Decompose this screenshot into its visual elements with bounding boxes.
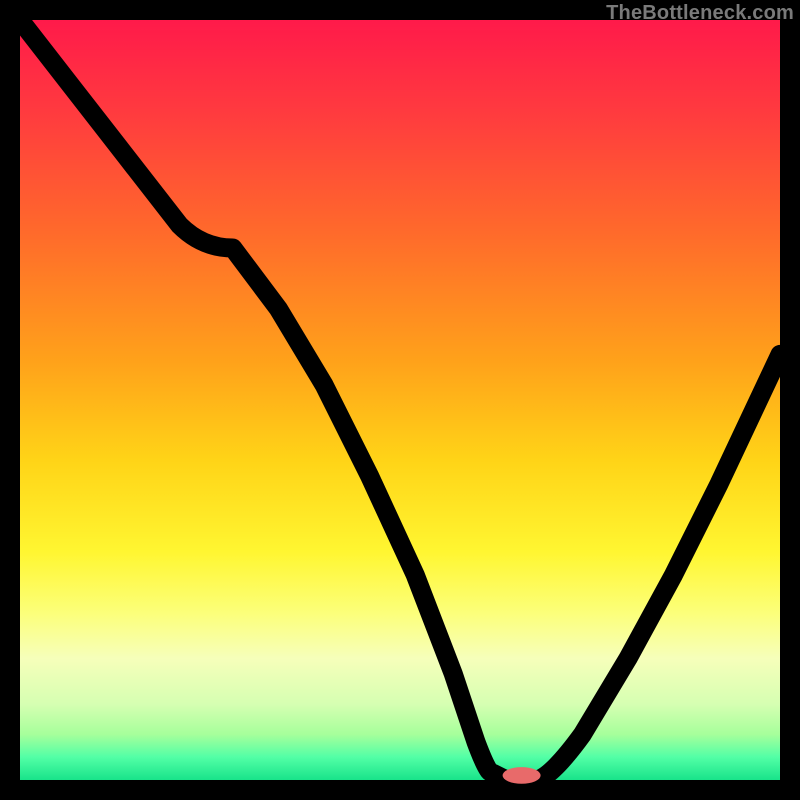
chart-frame: TheBottleneck.com [0, 0, 800, 800]
optimal-point-marker [503, 767, 541, 784]
bottleneck-curve [20, 20, 780, 780]
plot-area [20, 20, 780, 780]
plot-svg [20, 20, 780, 780]
watermark-text: TheBottleneck.com [606, 2, 794, 25]
